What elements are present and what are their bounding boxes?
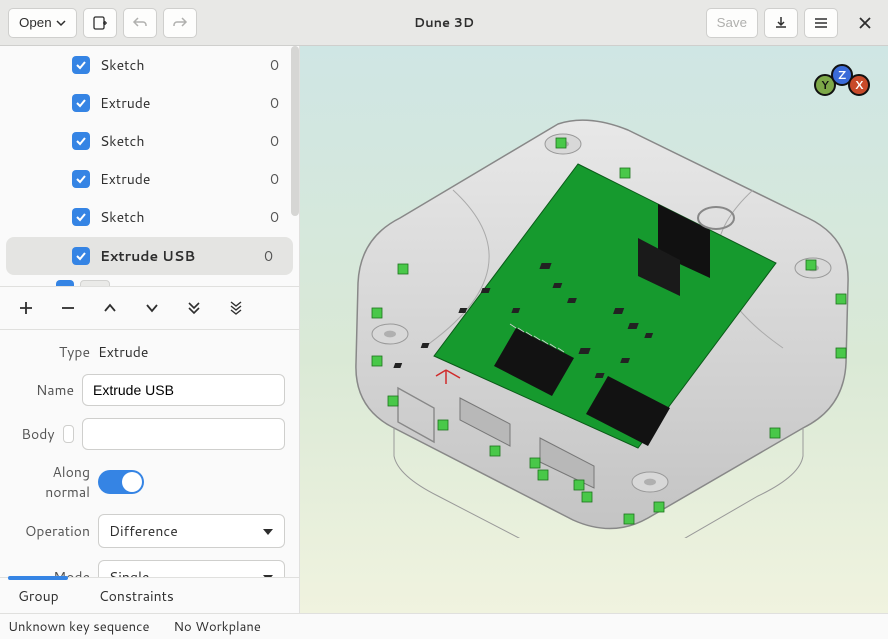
move-down-button[interactable]: [132, 291, 172, 325]
body-checkbox[interactable]: [63, 425, 74, 443]
save-button[interactable]: Save: [706, 8, 758, 38]
close-icon: [859, 17, 871, 29]
open-button[interactable]: Open: [8, 8, 77, 38]
tab-indicator: [8, 576, 68, 580]
viewport-3d[interactable]: Y Z X: [300, 46, 888, 613]
name-input[interactable]: [82, 374, 285, 406]
mode-select[interactable]: Single: [98, 560, 285, 577]
bottom-tabs: Group Constraints: [0, 577, 299, 613]
tree-item-label: Extrude: [100, 93, 260, 113]
status-bar: Unknown key sequence No Workplane: [0, 613, 888, 639]
main-split: Sketch 0 Extrude 0 Sketch 0 Extrude 0 Sk…: [0, 46, 888, 613]
close-button[interactable]: [850, 8, 880, 38]
group-toolbar: [0, 286, 299, 330]
tree-item-label: Sketch: [100, 207, 260, 227]
prop-row-name: Name: [4, 374, 285, 406]
properties-panel: Type Extrude Name Body Along normal Oper…: [0, 330, 299, 577]
new-tab-button[interactable]: [83, 8, 117, 38]
checkbox-icon[interactable]: [72, 94, 90, 112]
redo-icon: [172, 15, 188, 31]
checkbox-icon[interactable]: [72, 208, 90, 226]
save-as-button[interactable]: [764, 8, 798, 38]
tree-scrollbar[interactable]: [291, 46, 299, 216]
model-3d: [338, 108, 858, 538]
tab-constraints[interactable]: Constraints: [89, 578, 184, 614]
prop-row-body: Body: [4, 418, 285, 450]
tree-item-count: 0: [270, 93, 289, 113]
status-message: Unknown key sequence: [8, 618, 149, 636]
feature-tree: Sketch 0 Extrude 0 Sketch 0 Extrude 0 Sk…: [0, 46, 299, 286]
prop-label-type: Type: [4, 342, 90, 362]
header-left-group: Open: [8, 8, 197, 38]
along-normal-switch[interactable]: [98, 470, 144, 494]
nav-cube[interactable]: Y Z X: [814, 64, 870, 96]
sidebar: Sketch 0 Extrude 0 Sketch 0 Extrude 0 Sk…: [0, 46, 300, 613]
menu-button[interactable]: [804, 8, 838, 38]
undo-button[interactable]: [123, 8, 157, 38]
triple-chevron-down-icon: [227, 299, 245, 317]
redo-button[interactable]: [163, 8, 197, 38]
collapse-all-button[interactable]: [216, 291, 256, 325]
tree-item[interactable]: Extrude 0: [0, 84, 299, 122]
header-right-group: Save: [706, 8, 880, 38]
tree-item-partial-pill: [80, 280, 110, 286]
open-button-label: Open: [19, 15, 52, 30]
tree-item-label: Sketch: [100, 55, 260, 75]
plus-icon: [17, 299, 35, 317]
checkbox-icon[interactable]: [72, 247, 90, 265]
remove-group-button[interactable]: [48, 291, 88, 325]
tree-item-count: 0: [270, 207, 289, 227]
tree-item-selected[interactable]: Extrude USB 0: [6, 237, 293, 275]
tree-item[interactable]: Extrude 0: [0, 160, 299, 198]
move-up-button[interactable]: [90, 291, 130, 325]
checkbox-partial-icon: [56, 280, 74, 286]
tree-item[interactable]: Sketch 0: [0, 198, 299, 236]
hamburger-icon: [813, 15, 829, 31]
tree-item-count: 0: [270, 131, 289, 151]
prop-label-along-normal: Along normal: [4, 462, 90, 502]
axis-x-icon[interactable]: X: [848, 74, 870, 96]
tree-item-count: 0: [264, 246, 283, 266]
prop-label-operation: Operation: [4, 521, 90, 541]
prop-label-body: Body: [4, 424, 55, 444]
checkbox-icon[interactable]: [72, 170, 90, 188]
prop-value-type: Extrude: [98, 342, 285, 362]
prop-row-mode: Mode Single: [4, 560, 285, 577]
tree-item-label: Extrude USB: [100, 246, 254, 266]
mode-select-value: Single: [109, 567, 149, 577]
tree-item[interactable]: Sketch 0: [0, 46, 299, 84]
checkbox-icon[interactable]: [72, 132, 90, 150]
tree-item-partial: [0, 276, 299, 286]
body-input[interactable]: [82, 418, 285, 450]
tab-group[interactable]: Group: [8, 578, 69, 614]
chevron-down-icon: [143, 299, 161, 317]
operation-select-value: Difference: [109, 521, 178, 541]
undo-icon: [132, 15, 148, 31]
double-chevron-down-icon: [185, 299, 203, 317]
chevron-up-icon: [101, 299, 119, 317]
save-button-label: Save: [717, 15, 747, 30]
minus-icon: [59, 299, 77, 317]
tree-item-count: 0: [270, 55, 289, 75]
prop-label-name: Name: [4, 380, 74, 400]
checkbox-icon[interactable]: [72, 56, 90, 74]
tree-item[interactable]: Sketch 0: [0, 122, 299, 160]
save-as-icon: [773, 15, 789, 31]
header-bar: Open Dune 3D Save: [0, 0, 888, 46]
dropdown-icon: [56, 18, 66, 28]
add-group-button[interactable]: [6, 291, 46, 325]
prop-row-type: Type Extrude: [4, 342, 285, 362]
move-to-bottom-button[interactable]: [174, 291, 214, 325]
operation-select[interactable]: Difference: [98, 514, 285, 548]
tree-item-label: Extrude: [100, 169, 260, 189]
tree-item-label: Sketch: [100, 131, 260, 151]
tree-item-count: 0: [270, 169, 289, 189]
new-tab-icon: [92, 15, 108, 31]
prop-row-operation: Operation Difference: [4, 514, 285, 548]
status-workplane: No Workplane: [173, 618, 260, 636]
prop-row-along-normal: Along normal: [4, 462, 285, 502]
